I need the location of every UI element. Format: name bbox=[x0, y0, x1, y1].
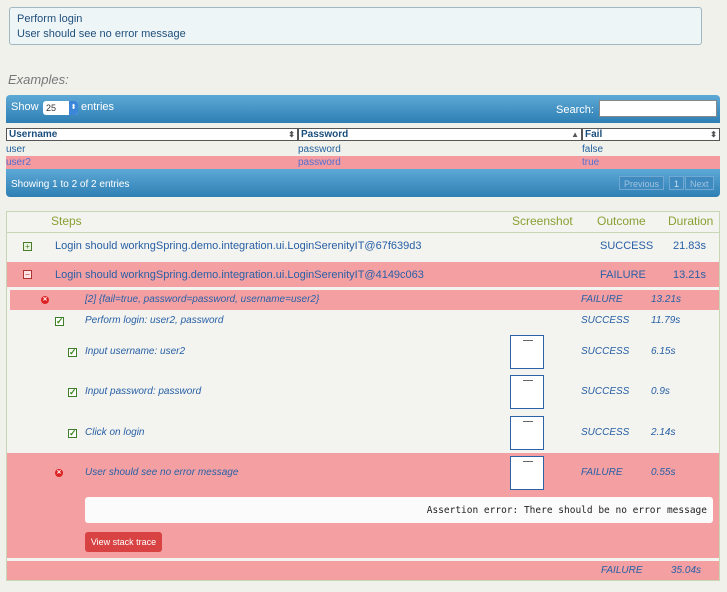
column-header-label: Password bbox=[301, 129, 349, 140]
step-duration: 0.55s bbox=[651, 467, 676, 478]
test-title[interactable]: Login should workngSpring.demo.integrati… bbox=[55, 269, 424, 281]
test-duration: 21.83s bbox=[673, 240, 707, 252]
entries-select[interactable]: 25 ⬍ bbox=[43, 101, 78, 115]
sort-asc-icon: ▲ bbox=[571, 130, 579, 139]
duration-column-header: Duration bbox=[668, 214, 714, 228]
step-title: Input username: user2 bbox=[85, 346, 186, 357]
sort-both-icon: ⬍ bbox=[288, 130, 295, 139]
test-title[interactable]: Login should workngSpring.demo.integrati… bbox=[55, 240, 421, 252]
column-header-password[interactable]: Password ▲ bbox=[298, 128, 582, 141]
screenshot-thumbnail[interactable] bbox=[510, 456, 544, 490]
examples-table-footer-bar: Showing 1 to 2 of 2 entries Previous 1 N… bbox=[6, 169, 720, 197]
step-title: Click on login bbox=[85, 427, 145, 438]
error-icon: ✕ bbox=[41, 296, 49, 304]
examples-title: Examples: bbox=[8, 72, 69, 87]
total-duration: 35.04s bbox=[671, 565, 702, 576]
step-outcome: FAILURE bbox=[581, 294, 623, 305]
screenshot-thumbnail[interactable] bbox=[510, 335, 544, 369]
header-divider bbox=[7, 232, 719, 233]
check-icon: ✓ bbox=[68, 347, 77, 357]
test-outcome: FAILURE bbox=[600, 269, 646, 281]
step-title: Input password: password bbox=[85, 386, 202, 397]
previous-button[interactable]: Previous bbox=[619, 176, 665, 190]
step-duration: 11.79s bbox=[651, 315, 681, 326]
step-outcome: SUCCESS bbox=[581, 386, 630, 397]
column-header-fail[interactable]: Fail ⬍ bbox=[582, 128, 720, 141]
table-row[interactable]: user password false bbox=[6, 143, 720, 156]
cell-username: user2 bbox=[6, 157, 32, 168]
showing-entries-info: Showing 1 to 2 of 2 entries bbox=[11, 179, 130, 190]
search-input[interactable] bbox=[599, 100, 717, 117]
check-icon: ✓ bbox=[68, 428, 77, 438]
table-row[interactable]: user2 password true bbox=[6, 156, 720, 169]
cell-fail: false bbox=[582, 144, 604, 155]
step-duration: 13.21s bbox=[651, 294, 682, 305]
cell-username: user bbox=[6, 144, 26, 155]
step-duration: 0.9s bbox=[651, 386, 670, 397]
cell-password: password bbox=[298, 157, 341, 168]
screenshot-thumbnail[interactable] bbox=[510, 416, 544, 450]
check-icon: ✓ bbox=[55, 316, 64, 326]
outcome-column-header: Outcome bbox=[597, 214, 646, 228]
steps-column-header: Steps bbox=[51, 214, 82, 228]
step-outcome: SUCCESS bbox=[581, 427, 630, 438]
entries-value: 25 bbox=[46, 103, 57, 113]
screenshot-thumbnail[interactable] bbox=[510, 375, 544, 409]
step-outcome: FAILURE bbox=[581, 467, 623, 478]
examples-table-header-bar: Show 25 ⬍ entries Search: bbox=[6, 95, 720, 123]
step-outcome: SUCCESS bbox=[581, 315, 630, 326]
page-1-button[interactable]: 1 bbox=[669, 176, 685, 190]
show-label: Show bbox=[11, 101, 39, 113]
step-duration: 2.14s bbox=[651, 427, 676, 438]
cell-fail: true bbox=[582, 157, 600, 168]
step-title: [2] {fail=true, password=password, usern… bbox=[85, 294, 320, 305]
story-line-2: User should see no error message bbox=[17, 28, 186, 40]
screenshot-column-header: Screenshot bbox=[512, 214, 573, 228]
assertion-message: Assertion error: There should be no erro… bbox=[85, 497, 713, 523]
column-header-username[interactable]: Username ⬍ bbox=[6, 128, 298, 141]
collapse-icon[interactable]: − bbox=[23, 270, 32, 279]
step-duration: 6.15s bbox=[651, 346, 676, 357]
cell-password: password bbox=[298, 144, 341, 155]
column-header-label: Username bbox=[9, 129, 58, 140]
step-title: Perform login: user2, password bbox=[85, 315, 224, 326]
check-icon: ✓ bbox=[68, 387, 77, 397]
sort-both-icon: ⬍ bbox=[710, 130, 717, 139]
step-title: User should see no error message bbox=[85, 467, 239, 478]
column-header-label: Fail bbox=[585, 129, 603, 140]
story-line-1: Perform login bbox=[17, 13, 83, 25]
entries-label: entries bbox=[81, 101, 115, 113]
test-duration: 13.21s bbox=[673, 269, 707, 281]
test-outcome: SUCCESS bbox=[600, 240, 654, 252]
select-arrows-icon: ⬍ bbox=[69, 101, 78, 115]
next-button[interactable]: Next bbox=[685, 176, 714, 190]
error-icon: ✕ bbox=[55, 469, 63, 477]
expand-icon[interactable]: + bbox=[23, 242, 32, 251]
story-narrative: Perform login User should see no error m… bbox=[9, 7, 702, 45]
step-outcome: SUCCESS bbox=[581, 346, 630, 357]
view-stack-trace-button[interactable]: View stack trace bbox=[85, 532, 162, 552]
search-label: Search: bbox=[556, 104, 594, 116]
total-outcome: FAILURE bbox=[601, 565, 643, 576]
